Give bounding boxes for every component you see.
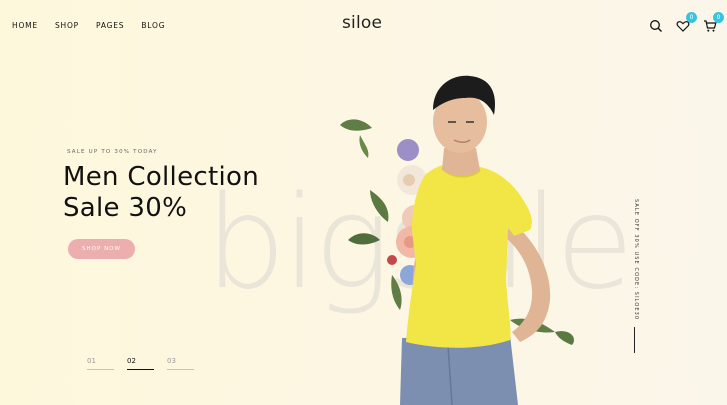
site-header: HOME SHOP PAGES BLOG siloe 0 0 bbox=[0, 0, 727, 52]
nav-shop[interactable]: SHOP bbox=[55, 21, 79, 30]
slide-dot-2[interactable]: 02 bbox=[127, 357, 154, 370]
cart-button[interactable]: 0 bbox=[703, 12, 724, 32]
search-icon[interactable] bbox=[649, 18, 663, 32]
slide-dot-3[interactable]: 03 bbox=[167, 357, 194, 370]
nav-pages[interactable]: PAGES bbox=[96, 21, 124, 30]
nav-home[interactable]: HOME bbox=[12, 21, 38, 30]
header-icons: 0 0 bbox=[649, 12, 724, 32]
promo-code-vertical-text: SALE OFF 30% USE CODE: SILOE30 bbox=[633, 199, 639, 321]
hero-title-line1: Men Collection bbox=[63, 162, 259, 192]
slide-dot-1[interactable]: 01 bbox=[87, 357, 114, 370]
hero-model-image bbox=[340, 75, 575, 405]
hero-title-line2: Sale 30% bbox=[63, 193, 188, 223]
nav-blog[interactable]: BLOG bbox=[141, 21, 165, 30]
hero-subtitle: SALE UP TO 30% TODAY bbox=[67, 149, 158, 155]
shop-now-button[interactable]: SHOP NOW bbox=[68, 239, 135, 259]
slider-pagination: 01 02 03 bbox=[87, 357, 194, 370]
wishlist-button[interactable]: 0 bbox=[676, 12, 697, 32]
vertical-divider bbox=[634, 327, 635, 353]
main-nav: HOME SHOP PAGES BLOG bbox=[12, 21, 182, 30]
logo[interactable]: siloe bbox=[342, 13, 382, 33]
cart-count-badge: 0 bbox=[713, 12, 724, 23]
wishlist-count-badge: 0 bbox=[686, 12, 697, 23]
hero-title: Men Collection Sale 30% bbox=[63, 162, 259, 224]
